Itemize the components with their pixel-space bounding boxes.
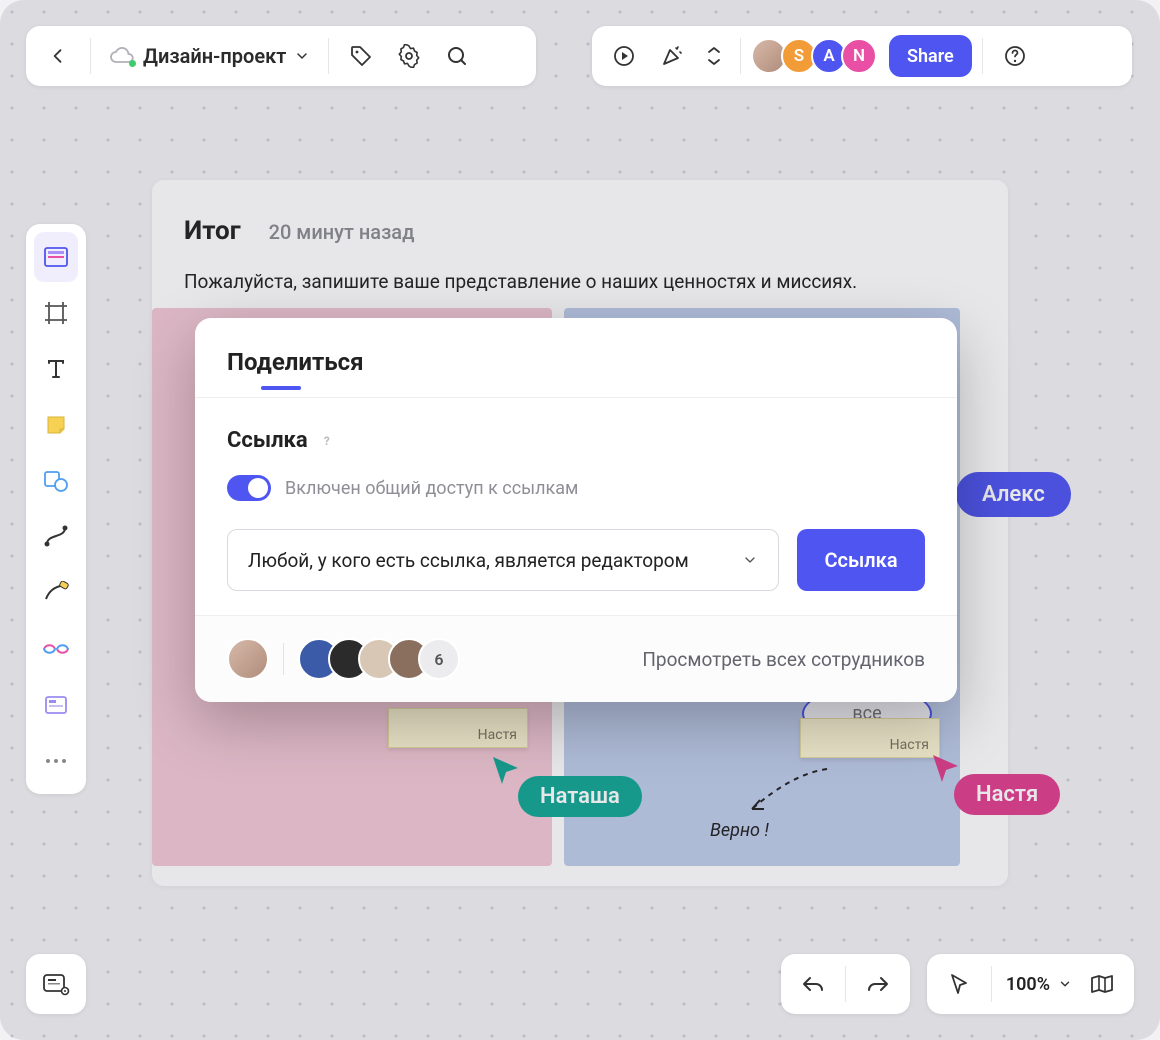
slides-icon <box>42 972 70 996</box>
share-button[interactable]: Share <box>889 35 972 77</box>
overflow-count: 6 <box>434 650 443 669</box>
link-section-title: Ссылка <box>227 428 308 453</box>
gear-icon <box>397 44 421 68</box>
play-circle-icon <box>612 44 636 68</box>
link-tool-icon <box>42 640 70 658</box>
chevron-down-icon <box>294 48 310 64</box>
tool-text[interactable] <box>34 344 78 394</box>
party-icon <box>660 44 684 68</box>
redo-button[interactable] <box>856 962 900 1006</box>
modal-tabs <box>195 388 957 398</box>
select-value: Любой, у кого есть ссылка, является реда… <box>248 549 689 572</box>
chevrons-icon <box>706 46 722 66</box>
tool-connector[interactable] <box>34 512 78 562</box>
text-icon <box>44 357 68 381</box>
avatar-overflow[interactable]: 6 <box>418 638 460 680</box>
help-hint[interactable]: ? <box>318 432 336 450</box>
permission-select[interactable]: Любой, у кого есть ссылка, является реда… <box>227 529 779 591</box>
map-icon <box>1089 973 1115 995</box>
cloud-sync-icon <box>109 46 135 66</box>
minimap-button[interactable] <box>1084 962 1120 1006</box>
link-button-label: Ссылка <box>824 548 897 572</box>
shapes-icon <box>43 469 69 493</box>
help-icon <box>1003 44 1027 68</box>
help-button[interactable] <box>993 34 1037 78</box>
template-icon <box>44 695 68 715</box>
dots-icon <box>45 758 67 764</box>
undo-button[interactable] <box>791 962 835 1006</box>
project-name: Дизайн-проект <box>143 44 286 68</box>
search-button[interactable] <box>435 34 479 78</box>
chevron-left-icon <box>48 46 68 66</box>
tool-sticky[interactable] <box>34 400 78 450</box>
toggle-label: Включен общий доступ к ссылкам <box>285 478 578 499</box>
more-button[interactable] <box>698 34 730 78</box>
modal-title: Поделиться <box>227 348 364 376</box>
canvas-icon <box>43 246 69 268</box>
tool-link[interactable] <box>34 624 78 674</box>
back-button[interactable] <box>36 34 80 78</box>
tool-frame[interactable] <box>34 288 78 338</box>
share-label: Share <box>907 46 954 67</box>
redo-icon <box>866 974 890 994</box>
slides-button[interactable] <box>26 954 86 1014</box>
sticky-icon <box>44 413 68 437</box>
project-selector[interactable]: Дизайн-проект <box>101 34 318 78</box>
celebrate-button[interactable] <box>650 34 694 78</box>
tool-more[interactable] <box>34 736 78 786</box>
frame-icon <box>43 300 69 326</box>
tool-select[interactable] <box>34 232 78 282</box>
pointer-mode[interactable] <box>941 962 977 1006</box>
settings-button[interactable] <box>387 34 431 78</box>
undo-redo-bar <box>781 954 910 1014</box>
zoom-value[interactable]: 100% <box>1006 974 1050 995</box>
tool-shapes[interactable] <box>34 456 78 506</box>
copy-link-button[interactable]: Ссылка <box>797 529 925 591</box>
connector-icon <box>43 524 69 550</box>
tool-pen[interactable] <box>34 568 78 618</box>
close-button[interactable] <box>905 352 925 372</box>
tool-templates[interactable] <box>34 680 78 730</box>
tool-sidebar <box>26 224 86 794</box>
avatar-stack[interactable]: S A N <box>751 38 877 74</box>
link-sharing-toggle[interactable] <box>227 475 271 501</box>
avatar <box>227 638 269 680</box>
share-modal: Поделиться Ссылка ? Включен общий доступ… <box>195 318 957 702</box>
avatar-n: N <box>841 38 877 74</box>
topbar-right: S A N Share <box>592 26 1132 86</box>
collaborator-avatars[interactable]: 6 <box>227 638 460 680</box>
tag-icon <box>349 44 373 68</box>
zoom-bar: 100% <box>927 954 1134 1014</box>
topbar-left: Дизайн-проект <box>26 26 536 86</box>
chevron-down-icon[interactable] <box>1058 977 1072 991</box>
chevron-down-icon <box>742 552 758 568</box>
undo-icon <box>801 974 825 994</box>
search-icon <box>445 44 469 68</box>
present-button[interactable] <box>602 34 646 78</box>
view-all-collaborators[interactable]: Просмотреть всех сотрудников <box>642 648 925 671</box>
tag-button[interactable] <box>339 34 383 78</box>
pointer-icon <box>949 973 969 995</box>
pen-icon <box>43 581 69 605</box>
